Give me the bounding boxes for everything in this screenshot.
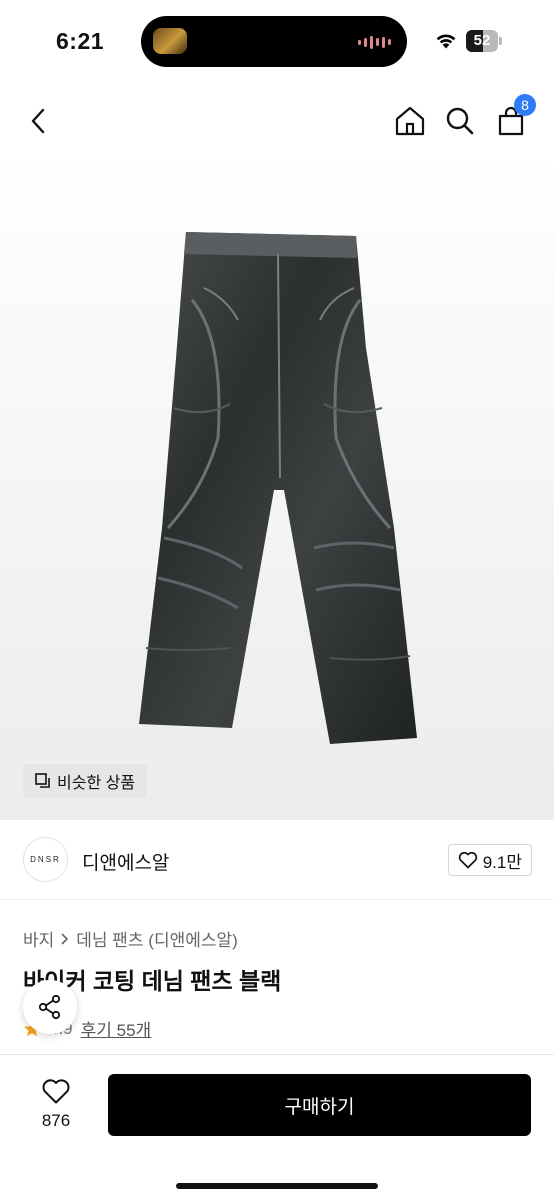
cart-button[interactable]: 8 [490,94,536,142]
home-icon [395,106,425,136]
product-like-button[interactable]: 876 [28,1077,84,1137]
audio-wave-icon [358,34,391,50]
bottom-action-bar: 876 구매하기 [0,1054,554,1200]
share-icon [38,994,61,1020]
status-time: 6:21 [56,28,105,54]
cart-count-badge: 8 [514,94,536,116]
copy-icon [35,773,50,788]
search-button[interactable] [439,100,481,142]
brand-logo-text: DNSR [30,855,61,864]
brand-name[interactable]: 디앤에스알 [82,848,169,875]
similar-products-button[interactable]: 비슷한 상품 [23,764,148,798]
breadcrumb-subcategory[interactable]: 데님 팬츠 (디앤에스알) [76,926,238,951]
product-image[interactable]: 비슷한 상품 [0,152,554,820]
breadcrumb-category[interactable]: 바지 [23,926,54,951]
wifi-icon [436,34,456,49]
breadcrumb: 바지 데님 팬츠 (디앤에스알) [23,926,238,951]
brand-logo[interactable]: DNSR [23,837,68,882]
dynamic-island [141,16,407,67]
heart-icon [42,1079,70,1104]
battery-percent: 52 [473,32,491,49]
share-button[interactable] [23,980,77,1034]
buy-button[interactable]: 구매하기 [108,1074,531,1136]
brand-like-button[interactable]: 9.1만 [447,844,532,876]
brand-like-count: 9.1만 [482,852,522,872]
chevron-right-icon [61,932,69,945]
back-icon [31,108,45,134]
status-bar: 6:21 52 [0,0,554,82]
back-button[interactable] [18,100,60,142]
home-button[interactable] [389,100,431,142]
similar-products-label: 비슷한 상품 [57,775,136,792]
product-like-count: 876 [41,1111,71,1130]
now-playing-thumbnail [153,28,187,54]
home-indicator[interactable] [176,1183,378,1189]
top-nav: 8 [0,90,554,152]
heart-icon [458,851,477,869]
product-photo-pants [139,232,417,744]
battery-indicator: 52 [466,30,502,52]
reviews-link[interactable]: 후기 55개 [81,1016,152,1041]
brand-row: DNSR 디앤에스알 9.1만 [0,830,554,900]
search-icon [446,107,474,135]
